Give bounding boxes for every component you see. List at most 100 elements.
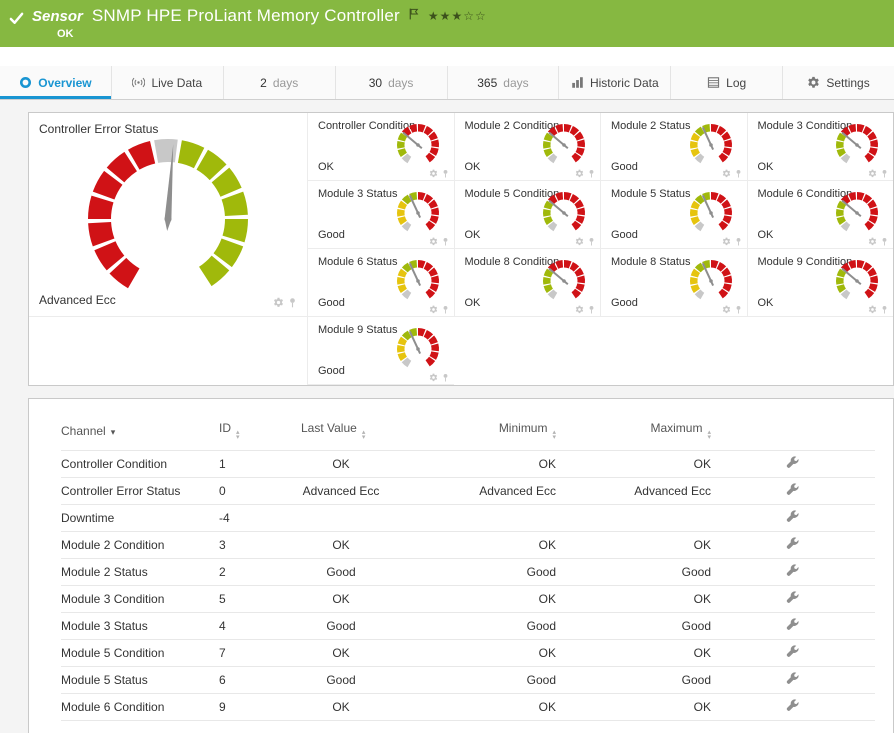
channel-name-link[interactable]: Module 6 Condition <box>61 700 164 714</box>
channel-maximum: OK <box>556 693 711 721</box>
channel-name-link[interactable]: Module 5 Status <box>61 673 148 687</box>
channel-settings-icon[interactable] <box>786 699 800 713</box>
channel-settings-icon[interactable] <box>786 456 800 470</box>
channel-last-value: Good <box>301 612 381 640</box>
channel-id: 4 <box>219 612 301 640</box>
channel-minimum: Good <box>381 612 556 640</box>
pin-icon[interactable] <box>441 169 450 178</box>
table-row: Controller Error Status 0 Advanced Ecc A… <box>61 477 875 505</box>
pin-icon[interactable] <box>287 297 298 308</box>
channel-last-value: OK <box>301 585 381 613</box>
gear-icon[interactable] <box>429 305 438 314</box>
gear-icon[interactable] <box>429 373 438 382</box>
channel-gauge[interactable] <box>395 122 441 168</box>
channel-name-link[interactable]: Module 2 Condition <box>61 538 164 552</box>
channel-gauge[interactable] <box>395 258 441 304</box>
channel-gauge[interactable] <box>834 190 880 236</box>
pin-icon[interactable] <box>734 169 743 178</box>
channel-last-value <box>301 504 381 532</box>
gear-icon <box>807 76 820 89</box>
channel-settings-icon[interactable] <box>786 618 800 632</box>
channel-settings-icon[interactable] <box>786 564 800 578</box>
gear-icon[interactable] <box>722 305 731 314</box>
channel-settings-icon[interactable] <box>786 672 800 686</box>
star-rating[interactable]: ★★★☆☆ <box>428 9 487 23</box>
channel-gauge[interactable] <box>395 326 441 372</box>
channel-minimum <box>381 504 556 532</box>
channel-name-link[interactable]: Controller Condition <box>61 457 167 471</box>
gauge-value: Good <box>318 365 345 377</box>
pin-icon[interactable] <box>880 237 889 246</box>
gauge-title: Module 9 Status <box>318 324 398 336</box>
tab-2-days[interactable]: 2 days <box>222 66 335 99</box>
gear-icon[interactable] <box>868 305 877 314</box>
column-header-maximum[interactable]: Maximum ▴ ▾ <box>556 421 711 451</box>
gear-icon[interactable] <box>429 237 438 246</box>
channel-name-link[interactable]: Module 3 Condition <box>61 592 164 606</box>
column-header-id[interactable]: ID ▴ ▾ <box>219 421 301 451</box>
pin-icon[interactable] <box>734 237 743 246</box>
pin-icon[interactable] <box>880 305 889 314</box>
column-header-channel[interactable]: Channel ▾ <box>61 421 219 451</box>
channel-name-link[interactable]: Module 2 Status <box>61 565 148 579</box>
pin-icon[interactable] <box>880 169 889 178</box>
gauge-cell: Module 5 Status Good <box>600 181 747 249</box>
channel-name-link[interactable]: Controller Error Status <box>61 484 180 498</box>
gear-icon[interactable] <box>575 305 584 314</box>
gauge-value: Good <box>611 161 638 173</box>
channel-name-link[interactable]: Module 5 Condition <box>61 646 164 660</box>
channel-settings-icon[interactable] <box>786 537 800 551</box>
gauge-tools <box>722 305 743 314</box>
channel-settings-icon[interactable] <box>786 510 800 524</box>
gear-icon[interactable] <box>273 297 284 308</box>
tab-overview[interactable]: Overview <box>0 66 111 99</box>
gauge-tools <box>575 237 596 246</box>
pin-icon[interactable] <box>441 305 450 314</box>
controller-error-status-gauge[interactable] <box>84 135 252 303</box>
channel-gauge[interactable] <box>541 190 587 236</box>
flag-icon[interactable] <box>409 7 419 19</box>
gear-icon[interactable] <box>722 169 731 178</box>
column-header-last-value[interactable]: Last Value ▴ ▾ <box>301 421 381 451</box>
gear-icon[interactable] <box>722 237 731 246</box>
gear-icon[interactable] <box>868 237 877 246</box>
channel-gauge[interactable] <box>688 190 734 236</box>
channel-gauge[interactable] <box>688 258 734 304</box>
pin-icon[interactable] <box>587 237 596 246</box>
table-row: Module 2 Condition 3 OK OK OK <box>61 531 875 559</box>
gear-icon[interactable] <box>429 169 438 178</box>
channel-settings-icon[interactable] <box>786 645 800 659</box>
log-icon <box>707 76 720 89</box>
channel-gauge[interactable] <box>834 258 880 304</box>
channel-name-link[interactable]: Downtime <box>61 511 114 525</box>
channel-last-value: OK <box>301 531 381 559</box>
tab-settings[interactable]: Settings <box>782 66 894 99</box>
pin-icon[interactable] <box>587 169 596 178</box>
channel-gauge[interactable] <box>834 122 880 168</box>
column-header-minimum[interactable]: Minimum ▴ ▾ <box>381 421 556 451</box>
channel-name-link[interactable]: Module 3 Status <box>61 619 148 633</box>
channel-minimum: OK <box>381 531 556 559</box>
pin-icon[interactable] <box>441 237 450 246</box>
sort-both-icon: ▴ ▾ <box>707 429 711 441</box>
channel-gauge[interactable] <box>541 258 587 304</box>
pin-icon[interactable] <box>441 373 450 382</box>
gauge-cell: Controller Condition OK <box>307 113 454 181</box>
gear-icon[interactable] <box>575 237 584 246</box>
channel-gauge[interactable] <box>688 122 734 168</box>
tab-365-days[interactable]: 365 days <box>446 66 559 99</box>
channel-settings-icon[interactable] <box>786 483 800 497</box>
tab-live-data[interactable]: Live Data <box>110 66 223 99</box>
tab-30-days[interactable]: 30 days <box>334 66 447 99</box>
pin-icon[interactable] <box>734 305 743 314</box>
gear-icon[interactable] <box>575 169 584 178</box>
channel-gauge[interactable] <box>395 190 441 236</box>
channel-gauge[interactable] <box>541 122 587 168</box>
channel-settings-icon[interactable] <box>786 591 800 605</box>
pin-icon[interactable] <box>587 305 596 314</box>
gear-icon[interactable] <box>868 169 877 178</box>
tab-log[interactable]: Log <box>670 66 782 99</box>
object-type-label: Sensor <box>32 8 83 25</box>
tab-historic-data[interactable]: Historic Data <box>558 66 670 99</box>
gauge-value: Good <box>318 229 345 241</box>
